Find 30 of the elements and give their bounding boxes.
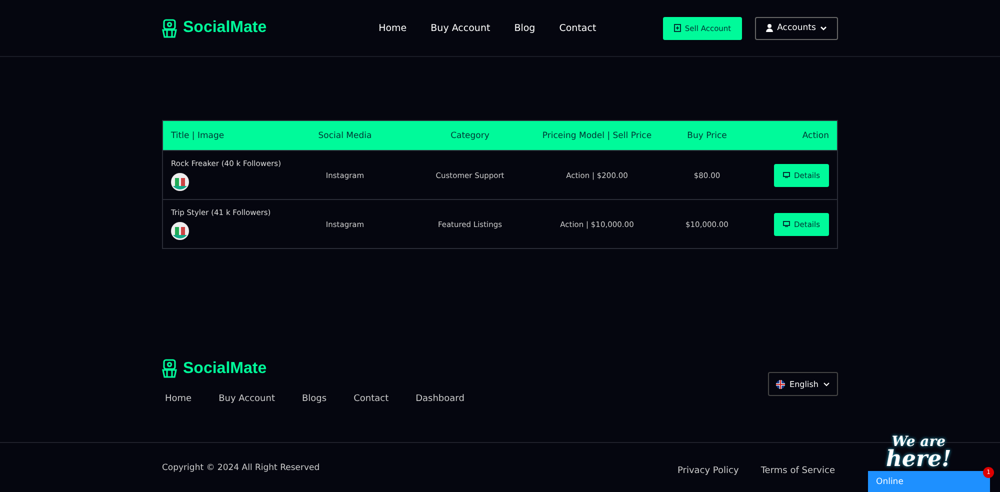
monitor-icon xyxy=(782,172,790,178)
legal-link[interactable]: Privacy Policy xyxy=(677,466,739,476)
nav-link[interactable]: Contact xyxy=(559,22,596,34)
basket-icon xyxy=(162,359,177,378)
monitor-icon xyxy=(782,221,790,227)
nav-link[interactable]: Buy Account xyxy=(430,22,490,34)
nav-link[interactable]: Blog xyxy=(514,22,536,34)
account-avatar xyxy=(171,222,189,240)
legal-link[interactable]: Terms of Service xyxy=(760,466,835,476)
footer-link[interactable]: Blogs xyxy=(302,394,327,404)
accounts-dropdown[interactable]: Accounts xyxy=(755,16,838,40)
footer-link[interactable]: Contact xyxy=(354,394,389,404)
caret-icon xyxy=(823,382,830,386)
caret-icon xyxy=(820,26,827,30)
chat-tagline: We are xyxy=(892,436,946,450)
nav-link[interactable]: Home xyxy=(378,22,407,34)
footer-link[interactable]: Dashboard xyxy=(416,394,464,404)
add-page-icon xyxy=(674,24,681,32)
basket-icon xyxy=(162,18,177,38)
footer-link[interactable]: Home xyxy=(165,394,192,404)
table-header: Title | Image Social Media Category Priceing Model | Sell Price Buy Price Action xyxy=(163,121,837,150)
chat-tagline: here! xyxy=(886,449,952,470)
flag-icon xyxy=(776,380,785,388)
copyright-text: Copyright © 2024 All Right Reserved xyxy=(162,462,320,472)
account-avatar xyxy=(171,173,189,191)
logo-text[interactable]: SocialMate xyxy=(183,19,267,37)
language-dropdown[interactable]: English xyxy=(768,372,838,396)
footer-link[interactable]: Buy Account xyxy=(218,394,275,404)
user-icon xyxy=(766,24,774,32)
logo-text[interactable]: SocialMate xyxy=(183,360,267,378)
